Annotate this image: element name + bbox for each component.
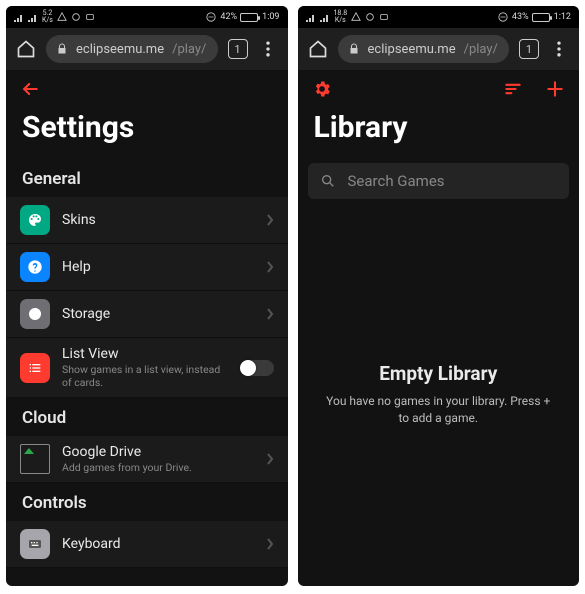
row-label: Google Drive xyxy=(62,444,254,460)
row-skins[interactable]: Skins xyxy=(6,197,288,244)
overflow-menu-icon[interactable] xyxy=(549,39,569,59)
cloud-list: Google Drive Add games from your Drive. xyxy=(6,436,288,483)
overflow-menu-icon[interactable] xyxy=(258,39,278,59)
drive-icon xyxy=(20,444,50,474)
signal-icon xyxy=(306,12,316,22)
status-bar: 5.2K/s 42% 1:09 xyxy=(6,6,288,28)
warning-icon xyxy=(57,12,67,22)
status-bar: 18.8K/s 43% 1:12 xyxy=(298,6,580,28)
status-right: 43% 1:12 xyxy=(498,12,571,22)
lock-icon xyxy=(56,43,68,55)
row-label: Keyboard xyxy=(62,536,254,552)
sort-icon[interactable] xyxy=(503,79,523,99)
net-rate: 18.8K/s xyxy=(334,10,348,24)
status-right: 42% 1:09 xyxy=(206,12,279,22)
dnd-icon xyxy=(206,12,216,22)
misc-icon xyxy=(71,12,81,22)
app-header xyxy=(6,70,288,108)
lock-icon xyxy=(348,43,360,55)
misc-icon xyxy=(365,12,375,22)
clock: 1:09 xyxy=(262,12,279,22)
chevron-right-icon xyxy=(266,305,274,324)
misc-icon xyxy=(379,12,389,22)
row-list-view[interactable]: List View Show games in a list view, ins… xyxy=(6,338,288,398)
signal-icon xyxy=(320,12,330,22)
clock: 1:12 xyxy=(554,12,571,22)
search-input[interactable]: Search Games xyxy=(308,163,570,199)
home-icon[interactable] xyxy=(308,39,328,59)
signal-icon xyxy=(28,12,38,22)
address-bar[interactable]: eclipseemu.me/play/ xyxy=(338,35,510,63)
battery-percent: 43% xyxy=(512,12,529,22)
help-icon xyxy=(20,252,50,282)
row-label: Skins xyxy=(62,212,254,228)
section-heading-cloud: Cloud xyxy=(6,398,288,436)
row-storage[interactable]: Storage xyxy=(6,291,288,338)
browser-bar: eclipseemu.me/play/ 1 xyxy=(298,28,580,70)
add-icon[interactable] xyxy=(545,79,565,99)
row-help[interactable]: Help xyxy=(6,244,288,291)
battery-icon xyxy=(240,13,258,22)
row-subtitle: Show games in a list view, instead of ca… xyxy=(62,363,228,389)
row-label: List View xyxy=(62,346,228,362)
chevron-right-icon xyxy=(266,535,274,554)
dnd-icon xyxy=(498,12,508,22)
warning-icon xyxy=(351,12,361,22)
section-heading-controls: Controls xyxy=(6,483,288,521)
url-host: eclipseemu.me xyxy=(76,42,164,57)
misc-icon xyxy=(85,12,95,22)
section-heading-general: General xyxy=(6,159,288,197)
status-left: 18.8K/s xyxy=(306,10,390,24)
row-subtitle: Add games from your Drive. xyxy=(62,461,254,474)
chevron-right-icon xyxy=(266,258,274,277)
home-icon[interactable] xyxy=(16,39,36,59)
empty-heading: Empty Library xyxy=(379,362,497,385)
list-view-toggle[interactable] xyxy=(240,360,274,376)
status-left: 5.2K/s xyxy=(14,10,95,24)
battery-icon xyxy=(532,13,550,22)
url-path: /play/ xyxy=(172,42,206,57)
battery-percent: 42% xyxy=(220,12,237,22)
chevron-right-icon xyxy=(266,450,274,469)
phone-library: 18.8K/s 43% 1:12 eclipseemu.me/play/ xyxy=(298,6,580,586)
row-label: Help xyxy=(62,259,254,275)
back-icon[interactable] xyxy=(20,79,40,99)
tab-count[interactable]: 1 xyxy=(228,39,248,59)
general-list: Skins Help Storage xyxy=(6,197,288,398)
page-title: Settings xyxy=(6,108,288,159)
empty-state: Empty Library You have no games in your … xyxy=(298,203,580,586)
list-icon xyxy=(20,353,50,383)
row-keyboard[interactable]: Keyboard xyxy=(6,521,288,568)
url-host: eclipseemu.me xyxy=(368,42,456,57)
address-bar[interactable]: eclipseemu.me/play/ xyxy=(46,35,218,63)
storage-icon xyxy=(20,299,50,329)
settings-scroll[interactable]: General Skins Help xyxy=(6,159,288,586)
phone-settings: 5.2K/s 42% 1:09 eclipseemu.me/play/ xyxy=(6,6,288,586)
keyboard-icon xyxy=(20,529,50,559)
signal-icon xyxy=(14,12,24,22)
search-icon xyxy=(320,173,336,189)
url-path: /play/ xyxy=(464,42,498,57)
app-header xyxy=(298,70,580,108)
palette-icon xyxy=(20,205,50,235)
browser-bar: eclipseemu.me/play/ 1 xyxy=(6,28,288,70)
tab-count[interactable]: 1 xyxy=(519,39,539,59)
row-google-drive[interactable]: Google Drive Add games from your Drive. xyxy=(6,436,288,483)
net-rate: 5.2K/s xyxy=(42,10,53,24)
empty-body: You have no games in your library. Press… xyxy=(324,393,554,427)
search-placeholder: Search Games xyxy=(348,172,445,190)
controls-list: Keyboard xyxy=(6,521,288,568)
chevron-right-icon xyxy=(266,211,274,230)
gear-icon[interactable] xyxy=(312,79,332,99)
page-title: Library xyxy=(298,108,580,159)
row-label: Storage xyxy=(62,306,254,322)
